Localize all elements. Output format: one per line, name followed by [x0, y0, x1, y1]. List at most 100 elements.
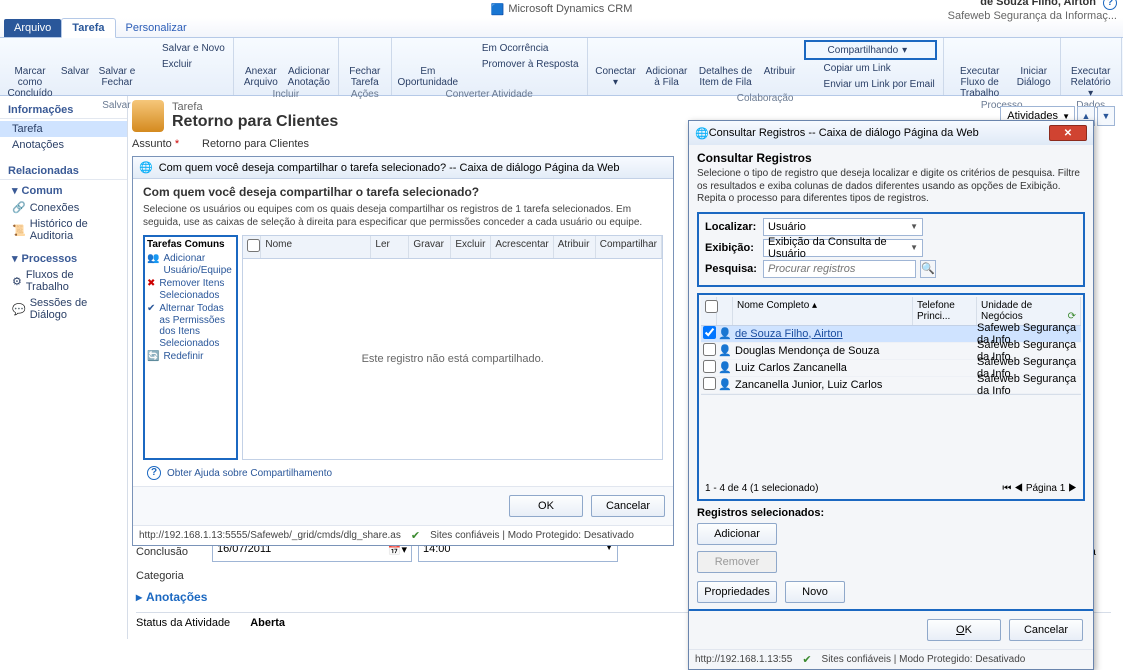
- connect-button[interactable]: Conectar▾: [594, 40, 638, 88]
- col-phone[interactable]: Telefone Princi...: [913, 297, 977, 325]
- share-grid: Nome Ler Gravar Excluir Acrescentar Atri…: [242, 235, 663, 460]
- subject-value[interactable]: Retorno para Clientes: [202, 138, 309, 150]
- result-row[interactable]: 👤Zancanella Junior, Luiz CarlosSafeweb S…: [701, 377, 1081, 394]
- run-report-button[interactable]: Executar Relatório▾: [1067, 40, 1115, 99]
- row-checkbox[interactable]: [703, 360, 716, 373]
- share-ok-button[interactable]: OK: [509, 495, 583, 517]
- share-cancel-button[interactable]: Cancelar: [591, 495, 665, 517]
- task-remove-selected[interactable]: ✖Remover Itens Selecionados: [147, 277, 234, 302]
- to-opportunity-button[interactable]: Em Oportunidade: [398, 40, 458, 88]
- save-new-button[interactable]: Salvar e Novo: [142, 40, 227, 56]
- save-button[interactable]: Salvar: [58, 40, 92, 77]
- row-checkbox[interactable]: [703, 326, 716, 339]
- col-read[interactable]: Ler: [371, 236, 409, 258]
- page-first-icon[interactable]: ⏮: [1002, 483, 1011, 494]
- lookup-close-button[interactable]: ✕: [1049, 125, 1087, 141]
- queue-item-details-button[interactable]: Detalhes de Item de Fila: [696, 40, 756, 88]
- share-status-trust: Sites confiáveis | Modo Protegido: Desat…: [430, 530, 634, 541]
- copy-link-button[interactable]: Copiar um Link: [804, 60, 937, 76]
- nav-item-audit[interactable]: 📜Histórico de Auditoria: [0, 216, 127, 244]
- col-share[interactable]: Compartilhar: [596, 236, 662, 258]
- lookup-new-button[interactable]: Novo: [785, 581, 845, 603]
- search-label: Pesquisa:: [705, 263, 757, 275]
- tab-customize[interactable]: Personalizar: [116, 19, 197, 37]
- locate-combo[interactable]: Usuário: [763, 218, 923, 236]
- col-name[interactable]: Nome: [261, 236, 371, 258]
- col-business-unit[interactable]: Unidade de Negócios ⟳: [977, 297, 1081, 325]
- nav-item-notes[interactable]: Anotações: [0, 137, 127, 153]
- task-toggle-permissions[interactable]: ✔Alternar Todas as Permissões dos Itens …: [147, 302, 234, 350]
- task-entity-icon: [132, 100, 164, 132]
- share-status-url: http://192.168.1.13:5555/Safeweb/_grid/c…: [139, 530, 401, 541]
- row-checkbox[interactable]: [703, 343, 716, 356]
- lookup-remove-button[interactable]: Remover: [697, 551, 777, 573]
- task-add-user[interactable]: 👥Adicionar Usuário/Equipe: [147, 252, 234, 277]
- task-reset[interactable]: 🔄Redefinir: [147, 350, 234, 364]
- help-icon[interactable]: ?: [1103, 0, 1117, 10]
- email-link-button[interactable]: Enviar um Link por Email: [804, 76, 937, 92]
- in-occurrence-button[interactable]: Em Ocorrência: [462, 40, 581, 56]
- results-grid: Nome Completo ▴ Telefone Princi... Unida…: [697, 293, 1085, 501]
- entity-label: Tarefa: [172, 101, 338, 113]
- record-title: Retorno para Clientes: [172, 113, 338, 131]
- start-dialog-button[interactable]: Iniciar Diálogo: [1014, 40, 1054, 88]
- search-input[interactable]: [763, 260, 916, 278]
- row-checkbox[interactable]: [703, 377, 716, 390]
- col-append[interactable]: Acrescentar: [491, 236, 553, 258]
- col-assign[interactable]: Atribuir: [554, 236, 596, 258]
- lookup-title: Consultar Registros -- Caixa de diálogo …: [709, 127, 979, 139]
- user-icon: 👤: [717, 327, 733, 340]
- add-to-queue-button[interactable]: Adicionar à Fila: [642, 40, 692, 88]
- col-write[interactable]: Gravar: [409, 236, 451, 258]
- selected-records-label: Registros selecionados:: [697, 507, 1085, 519]
- activity-status-label: Status da Atividade: [136, 617, 230, 629]
- nav-group-info: Informações: [0, 100, 127, 119]
- window-titlebar: 🟦 Microsoft Dynamics CRM de Souza Filho,…: [0, 0, 1123, 18]
- common-tasks-pane: Tarefas Comuns 👥Adicionar Usuário/Equipe…: [143, 235, 238, 460]
- run-workflow-button[interactable]: Executar Fluxo de Trabalho: [950, 40, 1010, 99]
- subject-label: Assunto: [132, 138, 172, 150]
- share-help-link[interactable]: ?Obter Ajuda sobre Compartilhamento: [143, 460, 663, 480]
- close-task-button[interactable]: Fechar Tarefa: [345, 40, 385, 88]
- nav-next-button[interactable]: ▼: [1097, 106, 1115, 126]
- nav-item-connections[interactable]: 🔗Conexões: [0, 199, 127, 216]
- refresh-icon[interactable]: ⟳: [1068, 311, 1076, 322]
- nav-item-workflows[interactable]: ⚙Fluxos de Trabalho: [0, 267, 127, 295]
- check-icon: ✔: [147, 303, 155, 349]
- search-button[interactable]: 🔍: [920, 260, 936, 278]
- lookup-dialog: 🌐 Consultar Registros -- Caixa de diálog…: [688, 120, 1094, 670]
- share-description: Selecione os usuários ou equipes com os …: [143, 203, 663, 229]
- share-select-all[interactable]: [247, 239, 260, 252]
- lookup-add-button[interactable]: Adicionar: [697, 523, 777, 545]
- lookup-status-trust: Sites confiáveis | Modo Protegido: Desat…: [822, 654, 1026, 665]
- col-fullname[interactable]: Nome Completo ▴: [733, 297, 913, 325]
- assign-button[interactable]: Atribuir: [760, 40, 800, 77]
- attach-file-button[interactable]: Anexar Arquivo: [240, 40, 282, 88]
- delete-button[interactable]: Excluir: [142, 56, 227, 72]
- nav-item-task[interactable]: Tarefa: [0, 121, 127, 137]
- view-label: Exibição:: [705, 242, 757, 254]
- share-dialog: 🌐 Com quem você deseja compartilhar o ta…: [132, 156, 674, 546]
- user-icon: 👤: [717, 344, 733, 357]
- reset-icon: 🔄: [147, 351, 159, 363]
- lookup-properties-button[interactable]: Propriedades: [697, 581, 777, 603]
- col-delete[interactable]: Excluir: [451, 236, 491, 258]
- ribbon: Marcar como Concluído Salvar Salvar e Fe…: [0, 38, 1123, 96]
- add-note-button[interactable]: Adicionar Anotação: [286, 40, 332, 88]
- left-nav: Informações Tarefa Anotações Relacionada…: [0, 96, 128, 639]
- sharing-button[interactable]: Compartilhando ▾: [804, 40, 937, 60]
- tab-file[interactable]: Arquivo: [4, 19, 61, 37]
- lookup-cancel-button[interactable]: Cancelar: [1009, 619, 1083, 641]
- user-icon: 👤: [717, 361, 733, 374]
- nav-subgroup-common: ▾ Comum: [0, 182, 127, 199]
- promote-response-button[interactable]: Promover à Resposta: [462, 56, 581, 72]
- tab-task[interactable]: Tarefa: [61, 18, 115, 38]
- view-combo[interactable]: Exibição da Consulta de Usuário: [763, 239, 923, 257]
- save-close-button[interactable]: Salvar e Fechar: [96, 40, 138, 88]
- page-prev-icon[interactable]: ◀: [1014, 483, 1023, 494]
- trusted-sites-icon: ✔: [411, 529, 420, 542]
- page-next-icon[interactable]: ▶: [1068, 483, 1077, 494]
- nav-item-dialog-sessions[interactable]: 💬Sessões de Diálogo: [0, 295, 127, 323]
- mark-complete-button[interactable]: Marcar como Concluído: [6, 40, 54, 99]
- lookup-ok-button[interactable]: OK: [927, 619, 1001, 641]
